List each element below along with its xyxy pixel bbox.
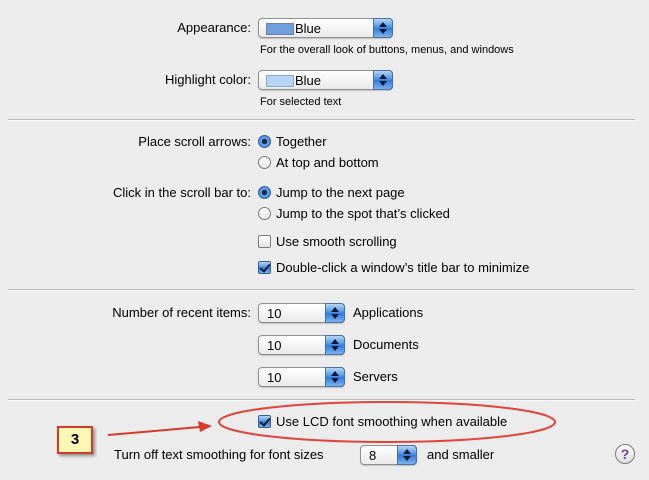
help-button[interactable]: ? — [615, 444, 635, 464]
text-smoothing-size-value: 8 — [369, 448, 377, 463]
annotation-arrow-line — [107, 426, 201, 436]
annotation-overlay — [107, 401, 556, 443]
text-smoothing-size-popup[interactable]: 8 — [360, 445, 417, 465]
annotation-number-badge: 3 — [57, 426, 93, 454]
text-smoothing-suffix: and smaller — [427, 447, 495, 462]
text-smoothing-label: Turn off text smoothing for font sizes — [114, 447, 324, 462]
annotation-ellipse — [218, 401, 556, 443]
annotation-arrowhead — [198, 421, 212, 432]
popup-arrows-icon — [397, 445, 417, 465]
